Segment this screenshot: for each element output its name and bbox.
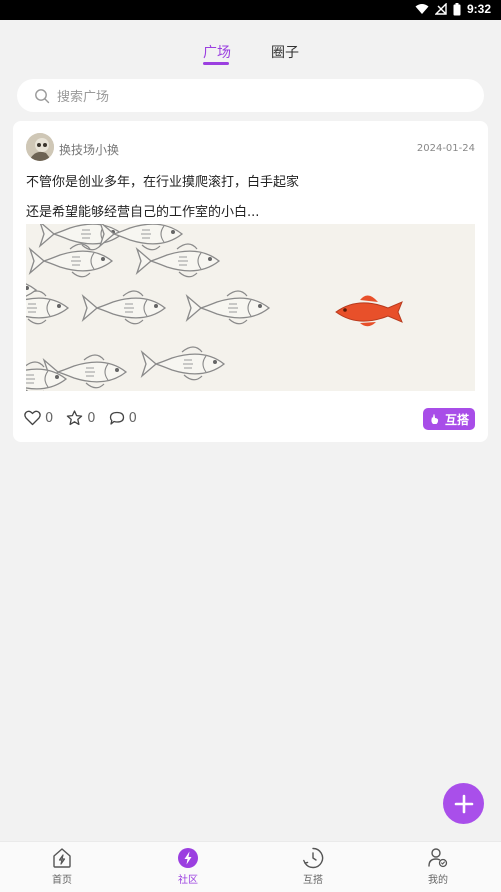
user-icon xyxy=(428,848,448,868)
nav-label-community: 社区 xyxy=(178,875,198,886)
star-icon xyxy=(67,410,83,426)
post-author[interactable]: 换技场小换 xyxy=(59,141,119,158)
post-card[interactable]: 换技场小换 2024-01-24 不管你是创业多年，在行业摸爬滚打，白手起家 还… xyxy=(13,121,488,442)
home-icon xyxy=(53,848,71,868)
nav-label-home: 首页 xyxy=(52,875,72,886)
nav-label-mine: 我的 xyxy=(428,875,448,886)
nav-item-match[interactable]: 互搭 xyxy=(283,847,343,886)
comment-button[interactable]: 0 xyxy=(109,411,137,426)
signal-icon xyxy=(434,3,447,15)
nav-item-community[interactable]: 社区 xyxy=(158,847,218,886)
battery-icon xyxy=(453,2,461,15)
comment-icon xyxy=(109,411,124,425)
tab-circle[interactable]: 圈子 xyxy=(271,42,299,62)
post-text-line2: 还是希望能够经营自己的工作室的小白... xyxy=(26,205,260,220)
search-placeholder: 搜索广场 xyxy=(57,90,110,105)
tab-active-indicator xyxy=(203,62,229,65)
clock-icon xyxy=(303,847,324,869)
post-tag-badge[interactable]: 互搭 xyxy=(422,408,475,430)
post-actions: 0 0 0 xyxy=(24,410,150,426)
add-post-button[interactable] xyxy=(443,783,484,824)
post-image[interactable] xyxy=(26,224,475,391)
search-icon xyxy=(35,88,50,103)
heart-icon xyxy=(24,410,41,426)
post-date: 2024-01-24 xyxy=(416,143,475,154)
bottom-nav: 首页 社区 互搭 我的 xyxy=(0,841,501,892)
plus-icon xyxy=(454,794,473,813)
nav-item-mine[interactable]: 我的 xyxy=(408,847,468,886)
favorite-button[interactable]: 0 xyxy=(66,410,96,426)
star-count: 0 xyxy=(87,410,96,426)
top-tabs: 广场 圈子 xyxy=(0,40,501,70)
tab-square[interactable]: 广场 xyxy=(203,42,231,62)
search-bar[interactable]: 搜索广场 xyxy=(17,79,484,112)
status-bar: 9:32 xyxy=(0,0,501,20)
like-count: 0 xyxy=(45,410,54,426)
comment-count: 0 xyxy=(128,410,137,426)
nav-item-home[interactable]: 首页 xyxy=(32,847,92,886)
post-tag-label: 互搭 xyxy=(444,412,469,427)
nav-label-match: 互搭 xyxy=(303,875,323,886)
hand-icon xyxy=(431,414,439,424)
wifi-icon xyxy=(415,4,429,14)
like-button[interactable]: 0 xyxy=(24,410,53,426)
avatar[interactable] xyxy=(26,133,54,161)
status-time: 9:32 xyxy=(466,2,491,16)
lightning-icon xyxy=(178,848,198,868)
post-text-line1: 不管你是创业多年，在行业摸爬滚打，白手起家 xyxy=(26,175,300,190)
